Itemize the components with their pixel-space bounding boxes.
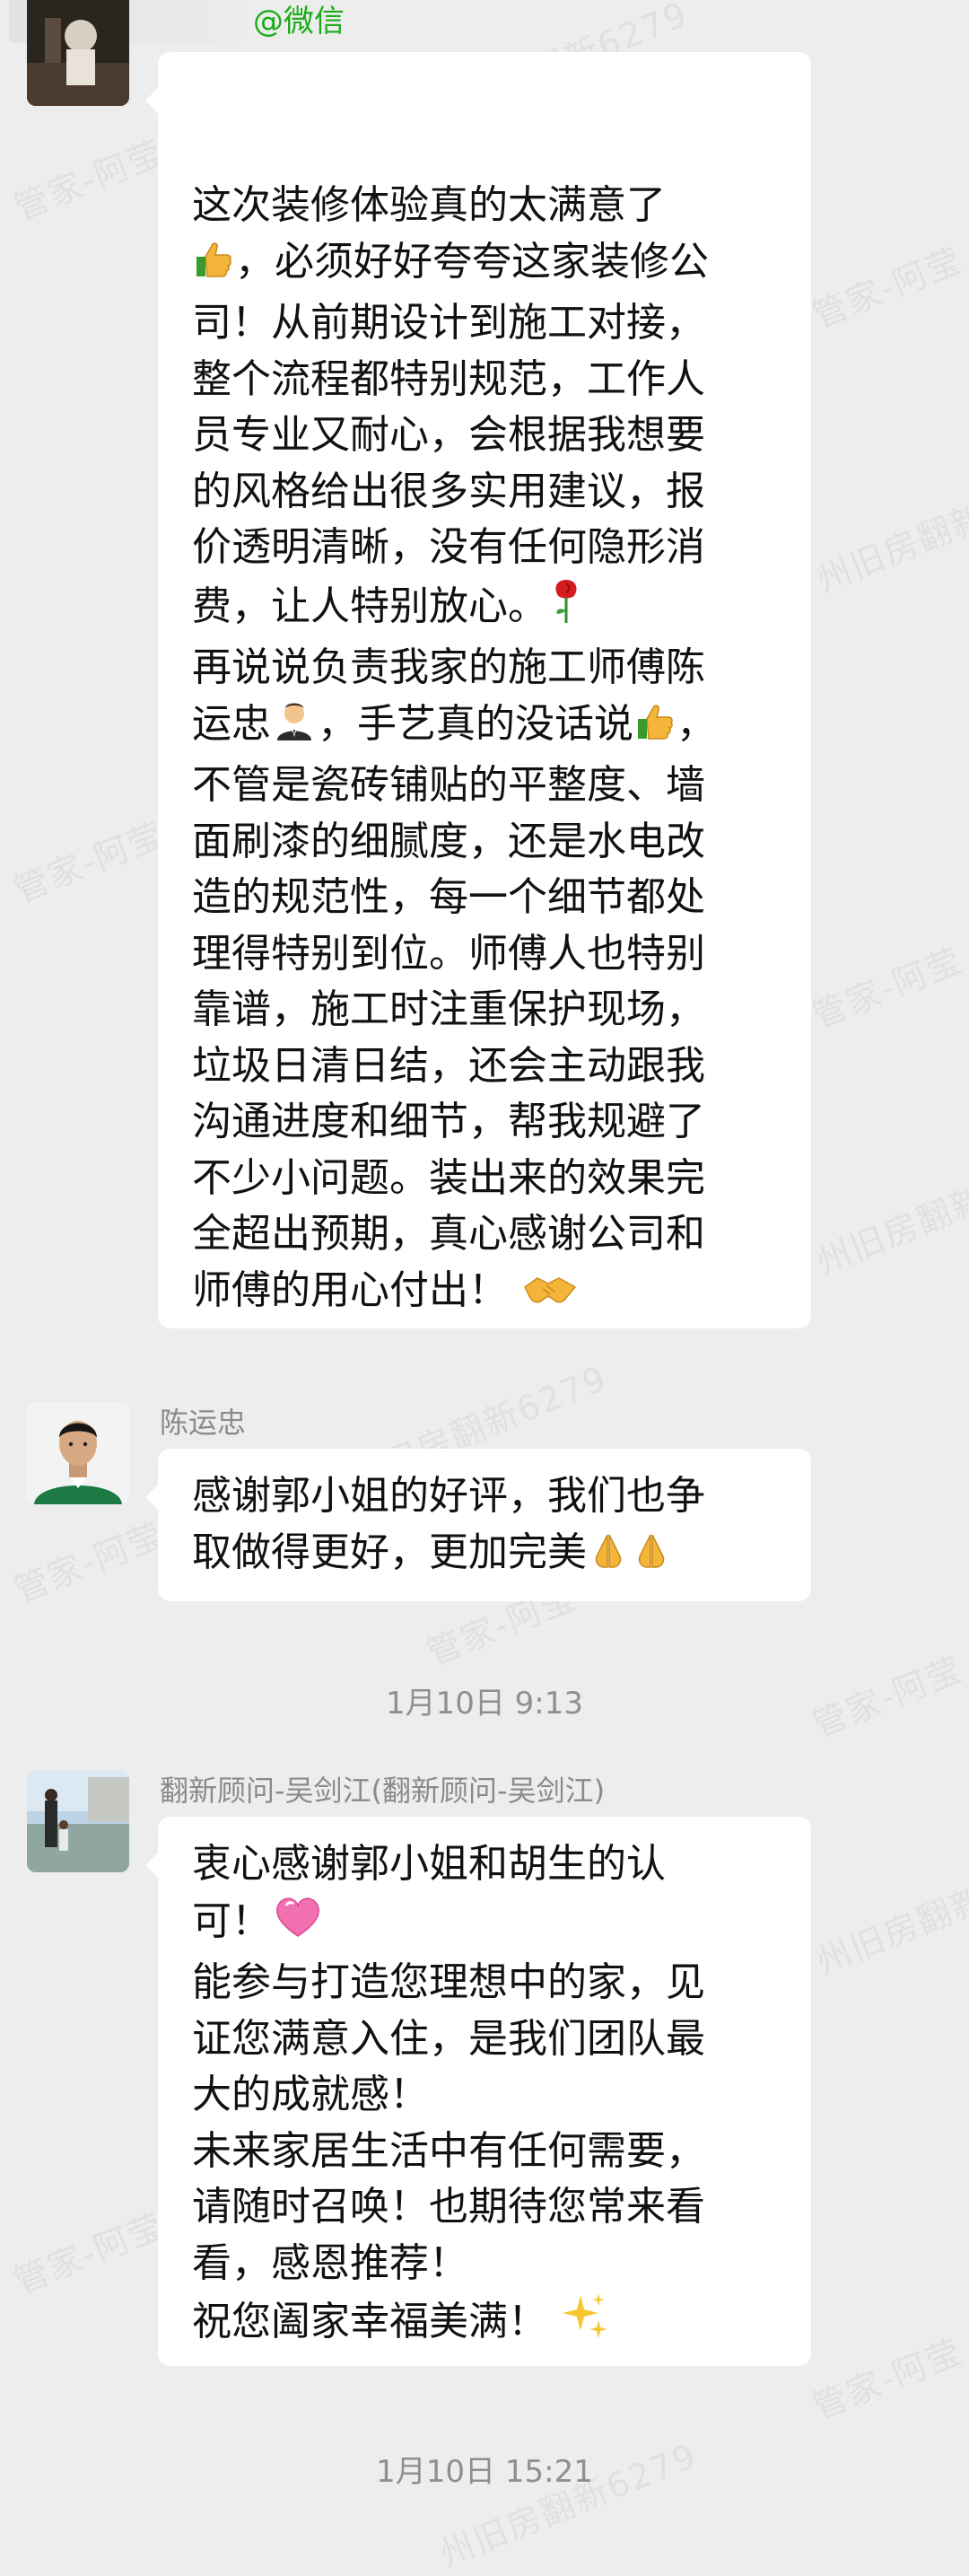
message-line-with-emoji: ，必须好好夸夸这家装修公 [192, 234, 772, 296]
watermark: 州旧房翻新6279 [811, 460, 969, 600]
chat-timestamp: 1月10日 15:21 [376, 2454, 593, 2490]
message-line: 不少小问题。装出来的效果完 [192, 1154, 705, 1201]
watermark: 管家-阿莹 [807, 240, 968, 337]
message-line-with-emoji: 费，让人特别放心。 [192, 576, 772, 641]
message-line: 这次装修体验真的太满意了 [192, 182, 666, 228]
avatar-chen-image [27, 1402, 129, 1504]
watermark: 州旧房翻新6279 [811, 1843, 969, 1983]
rose-emoji [548, 576, 584, 641]
message-line-with-emoji: 运忠 ，手艺真的没话说 ， [192, 697, 772, 758]
message-line: 未来家居生活中有任何需要， [192, 2127, 705, 2174]
message-line: ，手艺真的没话说 [318, 700, 633, 747]
folded-hands-emoji [631, 1529, 672, 1587]
watermark: 管家-阿莹 [807, 2331, 968, 2428]
avatar-user-image [27, 0, 129, 106]
message-line: 再说说负责我家的施工师傅陈 [192, 644, 705, 690]
message-line: 整个流程都特别规范，工作人 [192, 355, 705, 402]
message-line: 不管是瓷砖铺贴的平整度、墙 [192, 762, 705, 808]
message-line: 取做得更好，更加完美 [192, 1529, 587, 1575]
message-line: 全超出预期，真心感谢公司和 [192, 1211, 705, 1257]
message-line: 能参与打造您理想中的家，见 [192, 1959, 705, 2005]
sender-name: 陈运忠 [160, 1406, 247, 1440]
message-line: 员专业又耐心，会根据我想要 [192, 412, 705, 458]
pink-heart-emoji [272, 1893, 324, 1956]
message-line: 靠谱，施工时注重保护现场， [192, 986, 705, 1032]
message-line: 理得特别到位。师傅人也特别 [192, 930, 705, 977]
message-line: 司！从前期设计到施工对接， [192, 300, 705, 346]
message-line: 祝您阖家幸福美满！ [192, 2299, 547, 2344]
avatar-wu-image [27, 1770, 129, 1872]
wechat-source-tag: @微信 [253, 4, 345, 39]
message-line: 感谢郭小姐的好评，我们也争 [192, 1473, 705, 1519]
message-line: 衷心感谢郭小姐和胡生的认 [192, 1841, 666, 1887]
watermark: 州旧房翻新6279 [811, 1143, 969, 1283]
handshake-emoji [521, 1268, 579, 1325]
message-line: 的风格给出很多实用建议，报 [192, 468, 705, 514]
message-line: 面刷漆的细腻度，还是水电改 [192, 818, 705, 864]
message-line: 师傅的用心付出！ [192, 1266, 508, 1313]
message-line-with-emoji: 可！ [192, 1893, 772, 1956]
message-line-with-emoji: 师傅的用心付出！ [192, 1263, 772, 1325]
man-in-suit-emoji [272, 697, 317, 758]
punctuation-comma: ， [677, 700, 716, 747]
chat-timestamp: 1月10日 9:13 [385, 1686, 584, 1722]
message-line: 费，让人特别放心。 [192, 583, 547, 629]
avatar-user[interactable] [27, 0, 129, 106]
sparkles-emoji [561, 2291, 609, 2356]
watermark: 管家-阿莹 [8, 132, 170, 229]
message-line: 可！ [192, 1897, 271, 1944]
top-header: @微信 [0, 0, 969, 43]
thumbs-up-emoji [634, 701, 676, 758]
avatar-wu[interactable] [27, 1770, 129, 1872]
message-line: ，必须好好夸夸这家装修公 [235, 238, 709, 285]
message-line: 垃圾日清日结，还会主动跟我 [192, 1042, 705, 1089]
watermark: 管家-阿莹 [8, 2205, 170, 2302]
message-line: 大的成就感！ [192, 2072, 429, 2117]
message-line: 沟通进度和细节，帮我规避了 [192, 1099, 705, 1144]
message-line: 请随时召唤！也期待您常来看 [192, 2184, 705, 2230]
thumbs-up-emoji [193, 239, 234, 296]
message-line: 看，感恩推荐！ [192, 2239, 468, 2286]
message-line: 造的规范性，每一个细节都处 [192, 874, 705, 920]
watermark: 管家-阿莹 [8, 1514, 170, 1611]
message-line: 运忠 [192, 700, 271, 747]
sender-name: 翻新顾问-吴剑江(翻新顾问-吴剑江) [160, 1774, 606, 1808]
avatar-chen[interactable] [27, 1402, 129, 1504]
message-bubble[interactable]: 感谢郭小姐的好评，我们也争 取做得更好，更加完美 [145, 1449, 811, 1601]
folded-hands-emoji [588, 1529, 629, 1587]
message-bubble[interactable]: 这次装修体验真的太满意了 ，必须好好夸夸这家装修公 司！从前期设计到施工对接， … [145, 52, 811, 1328]
message-line: 价透明清晰，没有任何隐形消 [192, 524, 705, 570]
message-line-with-emoji: 祝您阖家幸福美满！ [192, 2291, 772, 2356]
message-line-with-emoji: 取做得更好，更加完美 [192, 1525, 772, 1587]
message-bubble[interactable]: 衷心感谢郭小姐和胡生的认 可！ 能参与打造您理想中的家，见 证您满意入住，是我们… [145, 1817, 811, 2366]
watermark: 管家-阿莹 [807, 940, 968, 1037]
watermark: 管家-阿莹 [8, 814, 170, 911]
message-line: 证您满意入住，是我们团队最 [192, 2015, 705, 2062]
